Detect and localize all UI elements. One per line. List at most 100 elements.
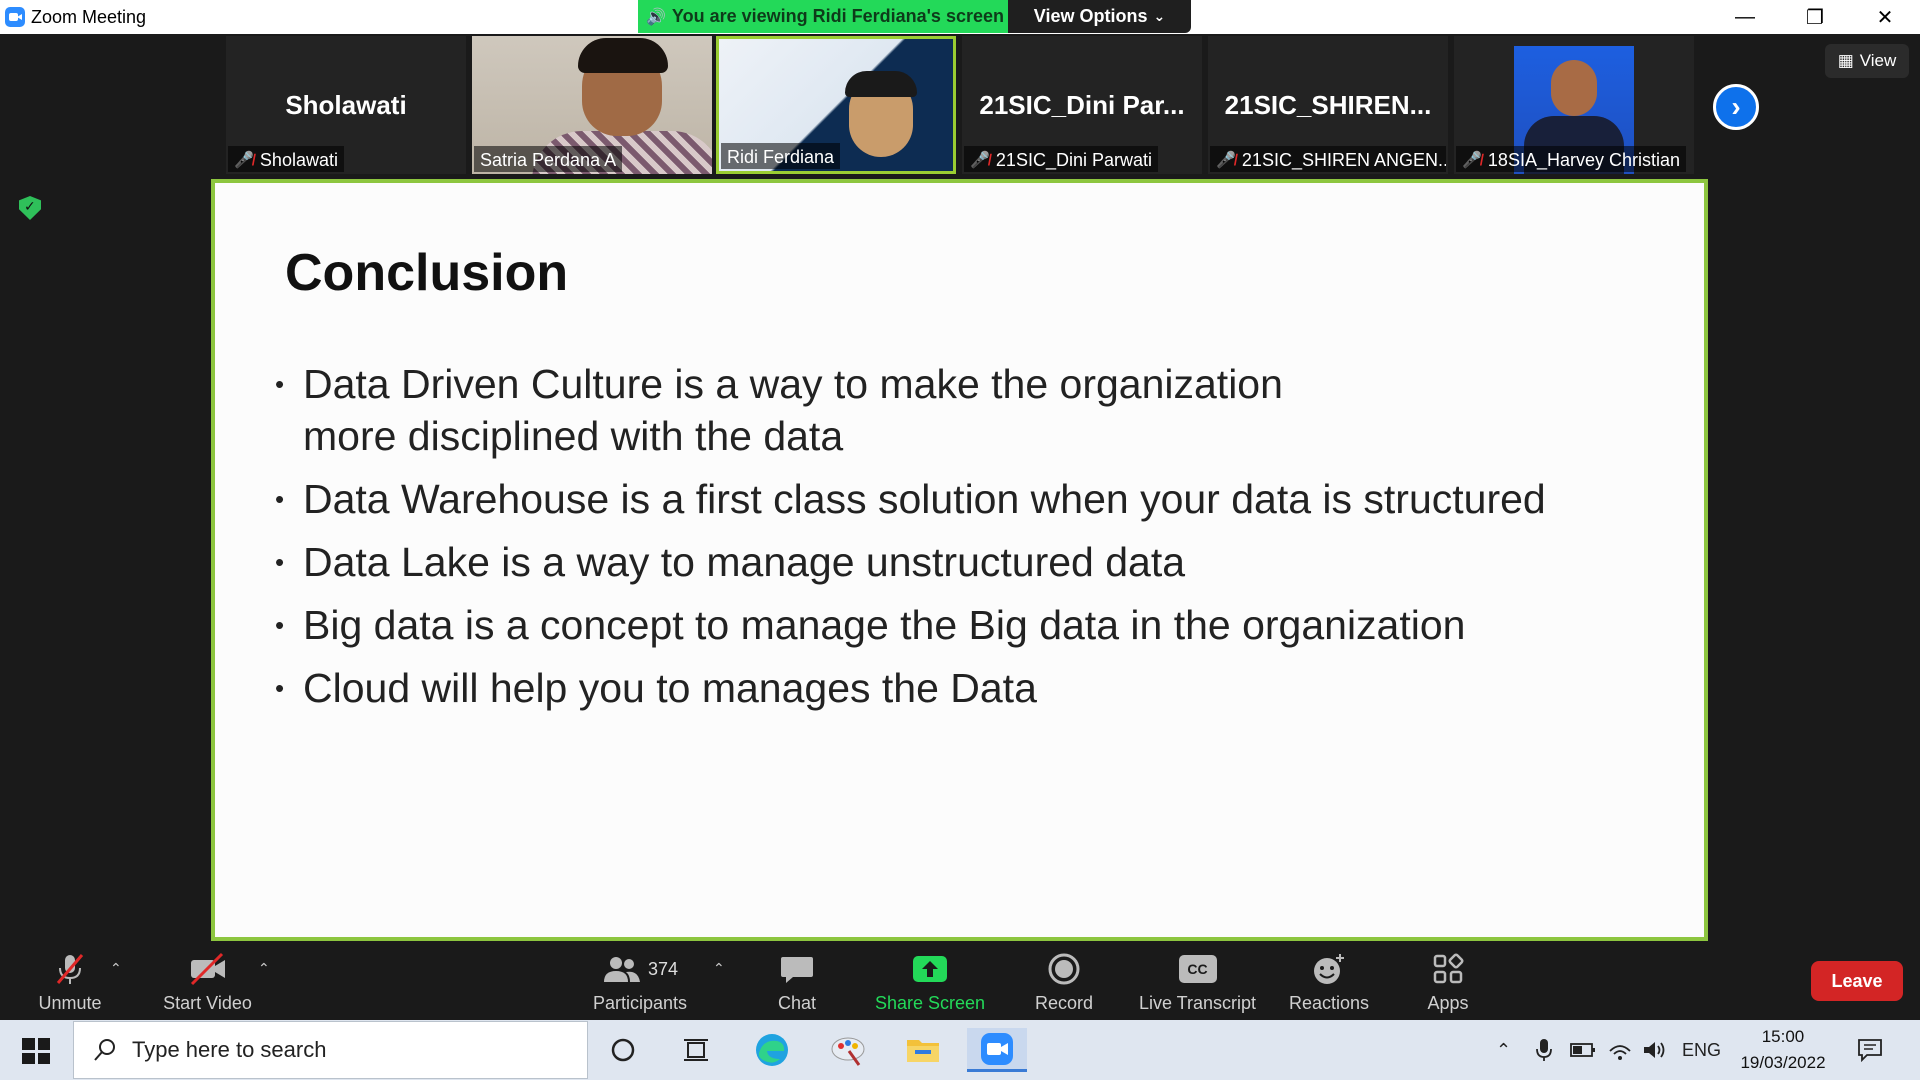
- start-video-button[interactable]: Start Video: [155, 942, 260, 1020]
- participant-tile[interactable]: Sholawati 🎤̸ Sholawati: [226, 36, 466, 174]
- participant-label-text: 21SIC_Dini Parwati: [995, 149, 1152, 170]
- participant-name-large: Sholawati: [285, 90, 407, 120]
- chevron-down-icon: ⌄: [1153, 8, 1166, 24]
- slide-bullet: Data Warehouse is a first class solution…: [275, 473, 1675, 525]
- file-explorer-icon[interactable]: [893, 1028, 953, 1072]
- participant-label-text: 21SIC_SHIREN ANGEN...: [1241, 149, 1446, 170]
- chat-button[interactable]: Chat: [757, 942, 837, 1020]
- volume-icon[interactable]: [1642, 1030, 1668, 1070]
- meeting-toolbar: Unmute ⌃ Start Video ⌃ 374 Participants …: [0, 942, 1920, 1020]
- participant-tile[interactable]: Satria Perdana A: [472, 36, 712, 174]
- paint-app-icon[interactable]: [818, 1028, 878, 1072]
- participant-tile[interactable]: 🎤̸ 18SIA_Harvey Christian: [1454, 36, 1694, 174]
- clock-time: 15:00: [1761, 1027, 1805, 1046]
- participant-tile[interactable]: 21SIC_Dini Par... 🎤̸ 21SIC_Dini Parwati: [962, 36, 1202, 174]
- view-options-button[interactable]: View Options ⌄: [1008, 0, 1191, 33]
- mic-muted-icon: 🎤̸: [1216, 152, 1236, 169]
- close-button[interactable]: ✕: [1850, 0, 1920, 34]
- view-button-label: View: [1859, 51, 1897, 70]
- mic-muted-icon: 🎤̸: [1462, 152, 1482, 169]
- microphone-tray-icon[interactable]: [1536, 1030, 1552, 1070]
- shared-screen: Conclusion Data Driven Culture is a way …: [211, 179, 1708, 941]
- profile-photo: [1551, 60, 1597, 116]
- live-transcript-button[interactable]: CC Live Transcript: [1130, 942, 1265, 1020]
- share-screen-label: Share Screen: [874, 993, 986, 1013]
- apps-button[interactable]: Apps: [1408, 942, 1488, 1020]
- participants-label: Participants: [592, 993, 688, 1013]
- taskbar-clock[interactable]: 15:00 19/03/2022: [1728, 1024, 1838, 1076]
- show-hidden-icons-caret-icon[interactable]: ⌃: [1496, 1030, 1511, 1070]
- video-feed: [845, 71, 917, 97]
- search-placeholder: Type here to search: [132, 1037, 327, 1062]
- participant-label-text: Satria Perdana A: [480, 149, 617, 170]
- participant-label: 🎤̸ 21SIC_Dini Parwati: [964, 146, 1158, 172]
- record-button[interactable]: Record: [1024, 942, 1104, 1020]
- chat-icon: [779, 949, 815, 989]
- participant-label: 🎤̸ 18SIA_Harvey Christian: [1456, 146, 1687, 172]
- participant-label-text: Ridi Ferdiana: [727, 146, 835, 167]
- participant-tile[interactable]: 21SIC_SHIREN... 🎤̸ 21SIC_SHIREN ANGEN...: [1208, 36, 1448, 174]
- participants-icon: [603, 957, 640, 982]
- view-button[interactable]: ▦ View: [1825, 44, 1909, 78]
- window-title: Zoom Meeting: [31, 7, 147, 27]
- record-icon: [1047, 949, 1081, 989]
- edge-browser-icon[interactable]: [742, 1028, 802, 1072]
- security-shield-icon[interactable]: [19, 196, 41, 220]
- minimize-button[interactable]: —: [1710, 0, 1780, 34]
- battery-icon[interactable]: [1570, 1030, 1596, 1070]
- participants-icon-group: 374: [602, 949, 678, 989]
- wifi-icon[interactable]: [1608, 1030, 1632, 1070]
- cc-icon-text: CC: [1178, 955, 1217, 983]
- notifications-icon[interactable]: [1857, 1030, 1883, 1070]
- live-transcript-label: Live Transcript: [1138, 993, 1257, 1013]
- audio-options-caret-icon[interactable]: ⌃: [110, 960, 122, 977]
- viewing-banner-text: You are viewing Ridi Ferdiana's screen: [671, 6, 1004, 26]
- participant-name-large: 21SIC_Dini Par...: [979, 90, 1185, 120]
- reactions-label: Reactions: [1288, 993, 1370, 1013]
- video-off-icon: [188, 949, 228, 989]
- next-page-arrow-icon[interactable]: ›: [1713, 84, 1759, 130]
- clock-date: 19/03/2022: [1740, 1053, 1826, 1072]
- view-options-label: View Options: [1033, 6, 1148, 26]
- participant-label: 🎤̸ 21SIC_SHIREN ANGEN...: [1210, 146, 1446, 172]
- zoom-taskbar-icon[interactable]: [967, 1028, 1027, 1072]
- participants-button[interactable]: 374 Participants: [585, 942, 695, 1020]
- input-language[interactable]: ENG: [1682, 1030, 1721, 1070]
- taskbar-search-box[interactable]: Type here to search: [73, 1021, 588, 1079]
- title-bar: Zoom Meeting 🔊 You are viewing Ridi Ferd…: [0, 0, 1920, 34]
- cortana-icon[interactable]: [593, 1028, 653, 1072]
- zoom-logo-icon: [5, 7, 25, 27]
- video-feed: [578, 38, 668, 73]
- reactions-icon: [1311, 949, 1347, 989]
- mic-muted-icon: 🎤̸: [970, 152, 990, 169]
- slide-bullet: Big data is a concept to manage the Big …: [275, 599, 1675, 651]
- viewing-screen-banner: 🔊 You are viewing Ridi Ferdiana's screen: [638, 0, 1008, 33]
- video-options-caret-icon[interactable]: ⌃: [258, 960, 270, 977]
- participants-options-caret-icon[interactable]: ⌃: [713, 960, 725, 977]
- search-icon: [94, 1039, 115, 1061]
- windows-taskbar: Type here to search ⌃ ENG 15:00 19/03/20…: [0, 1020, 1920, 1080]
- unmute-label: Unmute: [38, 993, 102, 1013]
- share-screen-button[interactable]: Share Screen: [870, 942, 990, 1020]
- participant-label: Ridi Ferdiana: [721, 143, 841, 169]
- active-speaker-tile[interactable]: Ridi Ferdiana: [716, 36, 956, 174]
- participant-label: 🎤̸ Sholawati: [228, 146, 344, 172]
- unmute-button[interactable]: Unmute: [30, 942, 110, 1020]
- participant-name-large: 21SIC_SHIREN...: [1224, 90, 1432, 120]
- apps-icon: [1431, 949, 1465, 989]
- slide-title: Conclusion: [285, 244, 569, 302]
- slide-bullets: Data Driven Culture is a way to make the…: [275, 358, 1675, 725]
- restore-button[interactable]: ❐: [1780, 0, 1850, 34]
- task-view-icon[interactable]: [666, 1028, 726, 1072]
- closed-caption-icon: CC: [1178, 949, 1217, 989]
- mic-muted-icon: 🎤̸: [234, 152, 254, 169]
- leave-button[interactable]: Leave: [1811, 961, 1903, 1001]
- start-video-label: Start Video: [163, 993, 252, 1013]
- reactions-button[interactable]: Reactions: [1284, 942, 1374, 1020]
- participant-count: 374: [647, 958, 679, 979]
- participant-label: Satria Perdana A: [474, 146, 623, 172]
- slide-bullet: Data Lake is a way to manage unstructure…: [275, 536, 1675, 588]
- slide-bullet: Cloud will help you to manages the Data: [275, 662, 1675, 714]
- windows-start-icon[interactable]: [14, 1034, 58, 1068]
- record-label: Record: [1034, 993, 1094, 1013]
